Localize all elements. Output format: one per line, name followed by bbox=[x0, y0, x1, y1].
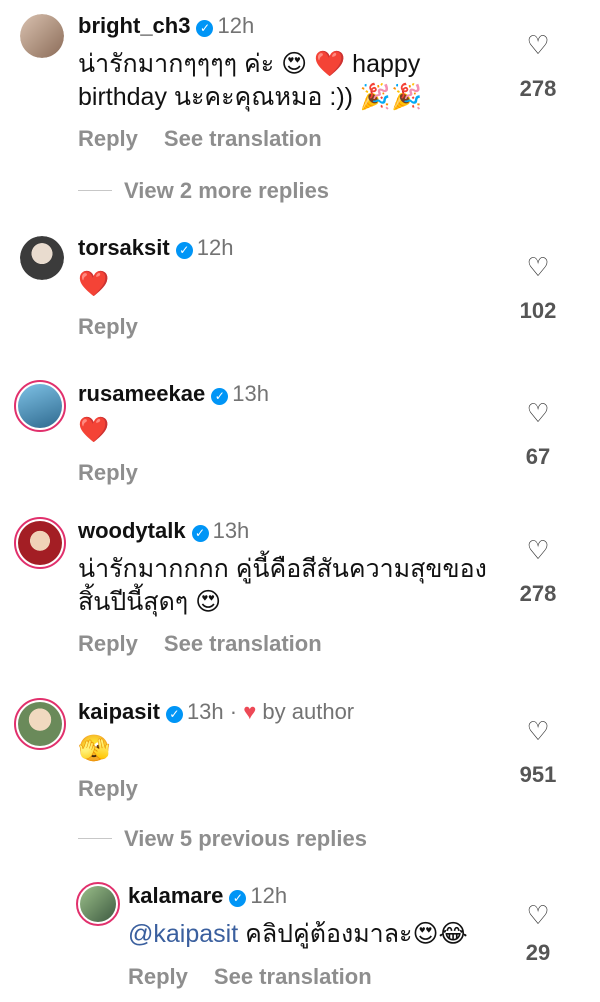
like-count: 951 bbox=[519, 762, 557, 787]
like-count: 278 bbox=[519, 581, 557, 606]
username[interactable]: bright_ch3 bbox=[78, 13, 190, 38]
view-previous-replies-button[interactable]: View 5 previous replies bbox=[78, 826, 367, 852]
reply-button[interactable]: Reply bbox=[78, 631, 138, 656]
author-badge: by author bbox=[262, 699, 355, 724]
reply-button[interactable]: Reply bbox=[128, 964, 188, 989]
like-control: ♡ 102 bbox=[498, 254, 578, 324]
timestamp: 12h bbox=[250, 883, 288, 908]
verified-badge-icon: ✓ bbox=[191, 525, 209, 542]
see-translation-button[interactable]: See translation bbox=[164, 631, 322, 656]
mention-link[interactable]: @kaipasit bbox=[128, 920, 238, 948]
username[interactable]: woodytalk bbox=[78, 518, 186, 543]
see-translation-button[interactable]: See translation bbox=[214, 964, 372, 989]
avatar[interactable] bbox=[14, 380, 66, 432]
like-count: 102 bbox=[519, 298, 557, 323]
view-more-replies-button[interactable]: View 2 more replies bbox=[78, 178, 329, 204]
reply-body: คลิปคู่ต้องมาละ😍😂 bbox=[245, 920, 468, 948]
reply-text: @kaipasit คลิปคู่ต้องมาละ😍😂 bbox=[128, 918, 468, 951]
reply-button[interactable]: Reply bbox=[78, 776, 138, 801]
comment-text: น่ารักมากกกก คู่นี้คือสีสันความสุขของสิ้… bbox=[78, 555, 487, 616]
username[interactable]: kalamare bbox=[128, 883, 223, 908]
heart-outline-icon[interactable]: ♡ bbox=[498, 902, 578, 928]
view-more-replies-label: View 2 more replies bbox=[124, 178, 330, 203]
like-control: ♡ 951 bbox=[498, 718, 578, 788]
like-count: 29 bbox=[525, 940, 551, 965]
comment-text: น่ารักมากๆๆๆๆ ค่ะ 😍 ❤️ happy birthday นะ… bbox=[78, 50, 423, 111]
verified-badge-icon: ✓ bbox=[229, 890, 247, 907]
like-control: ♡ 67 bbox=[498, 400, 578, 470]
timestamp: 12h bbox=[217, 13, 255, 38]
avatar[interactable] bbox=[14, 698, 66, 750]
reply-button[interactable]: Reply bbox=[78, 460, 138, 485]
comment-text: 🫣 bbox=[78, 733, 111, 763]
like-count: 67 bbox=[525, 444, 551, 469]
avatar[interactable] bbox=[20, 236, 64, 280]
see-translation-button[interactable]: See translation bbox=[164, 126, 322, 151]
separator-dot: · bbox=[223, 699, 244, 724]
timestamp: 13h bbox=[186, 699, 224, 724]
like-control: ♡ 278 bbox=[498, 537, 578, 607]
heart-outline-icon[interactable]: ♡ bbox=[498, 400, 578, 426]
reply-button[interactable]: Reply bbox=[78, 126, 138, 151]
comment-text: ❤️ bbox=[78, 416, 110, 444]
heart-outline-icon[interactable]: ♡ bbox=[498, 718, 578, 744]
comment-text: ❤️ bbox=[78, 270, 110, 298]
view-previous-replies-label: View 5 previous replies bbox=[124, 826, 367, 851]
avatar[interactable] bbox=[14, 517, 66, 569]
timestamp: 13h bbox=[212, 518, 250, 543]
avatar[interactable] bbox=[20, 14, 64, 58]
verified-badge-icon: ✓ bbox=[196, 20, 214, 37]
reply-button[interactable]: Reply bbox=[78, 314, 138, 339]
author-heart-icon: ♥ bbox=[243, 699, 257, 724]
avatar[interactable] bbox=[76, 882, 120, 926]
username[interactable]: kaipasit bbox=[78, 699, 160, 724]
heart-outline-icon[interactable]: ♡ bbox=[498, 32, 578, 58]
timestamp: 12h bbox=[196, 235, 234, 260]
verified-badge-icon: ✓ bbox=[211, 388, 229, 405]
timestamp: 13h bbox=[232, 381, 269, 406]
like-count: 278 bbox=[519, 76, 557, 101]
thread-line bbox=[78, 838, 112, 839]
username[interactable]: rusameekae bbox=[78, 381, 205, 406]
verified-badge-icon: ✓ bbox=[175, 242, 193, 259]
like-control: ♡ 278 bbox=[498, 32, 578, 102]
verified-badge-icon: ✓ bbox=[165, 706, 183, 723]
thread-line bbox=[78, 190, 112, 191]
like-control: ♡ 29 bbox=[498, 902, 578, 966]
heart-outline-icon[interactable]: ♡ bbox=[498, 254, 578, 280]
username[interactable]: torsaksit bbox=[78, 235, 170, 260]
heart-outline-icon[interactable]: ♡ bbox=[498, 537, 578, 563]
